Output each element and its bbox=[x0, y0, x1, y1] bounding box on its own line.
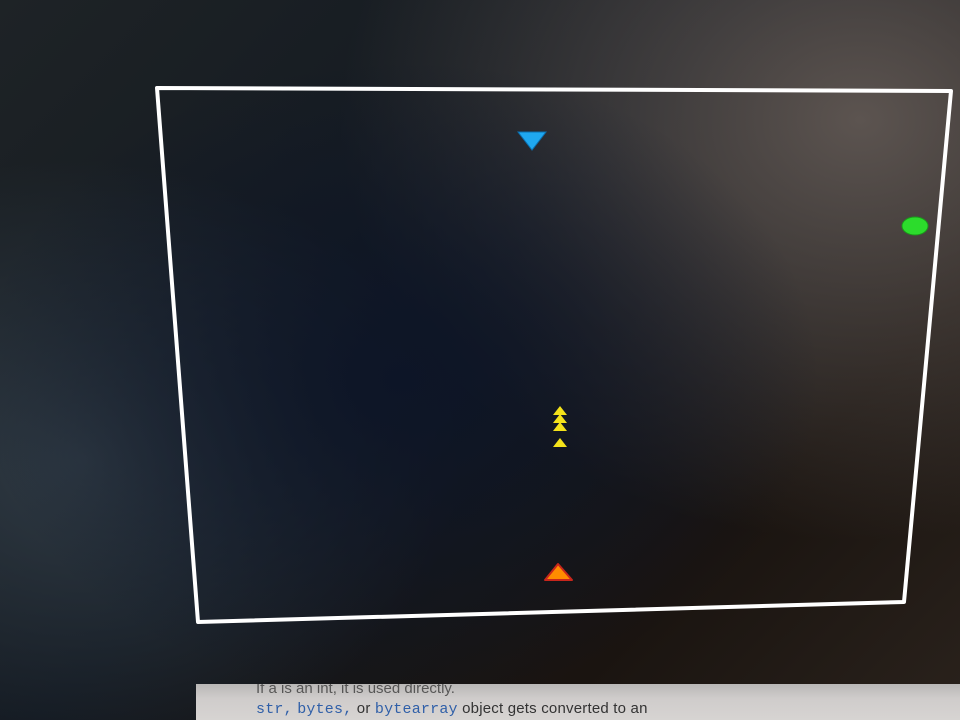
doc-line-1: If a is an int, it is used directly. bbox=[256, 684, 455, 697]
playfield bbox=[155, 86, 953, 624]
bullet-arrow-icon bbox=[553, 438, 567, 447]
bullet-arrow-icon bbox=[553, 406, 567, 415]
bullet-arrow-icon bbox=[553, 414, 567, 423]
bullet-arrow-icon bbox=[553, 422, 567, 431]
player-ship-icon bbox=[544, 563, 573, 581]
doc-line-2: str, bytes, or bytearray object gets con… bbox=[256, 700, 648, 718]
enemy-ship-icon bbox=[516, 131, 548, 151]
code-bytes: bytes, bbox=[297, 701, 353, 718]
projectile-stream bbox=[553, 406, 567, 447]
game-screen: If a is an int, it is used directly. str… bbox=[0, 0, 960, 720]
doc-line-2-suffix: object gets converted to an bbox=[462, 700, 648, 717]
playfield-border bbox=[155, 86, 953, 624]
green-orb-icon bbox=[901, 216, 929, 236]
code-str: str, bbox=[256, 701, 293, 718]
documentation-text-strip: If a is an int, it is used directly. str… bbox=[196, 684, 960, 720]
doc-line-2-or: or bbox=[356, 700, 371, 717]
code-bytearray: bytearray bbox=[374, 701, 458, 718]
